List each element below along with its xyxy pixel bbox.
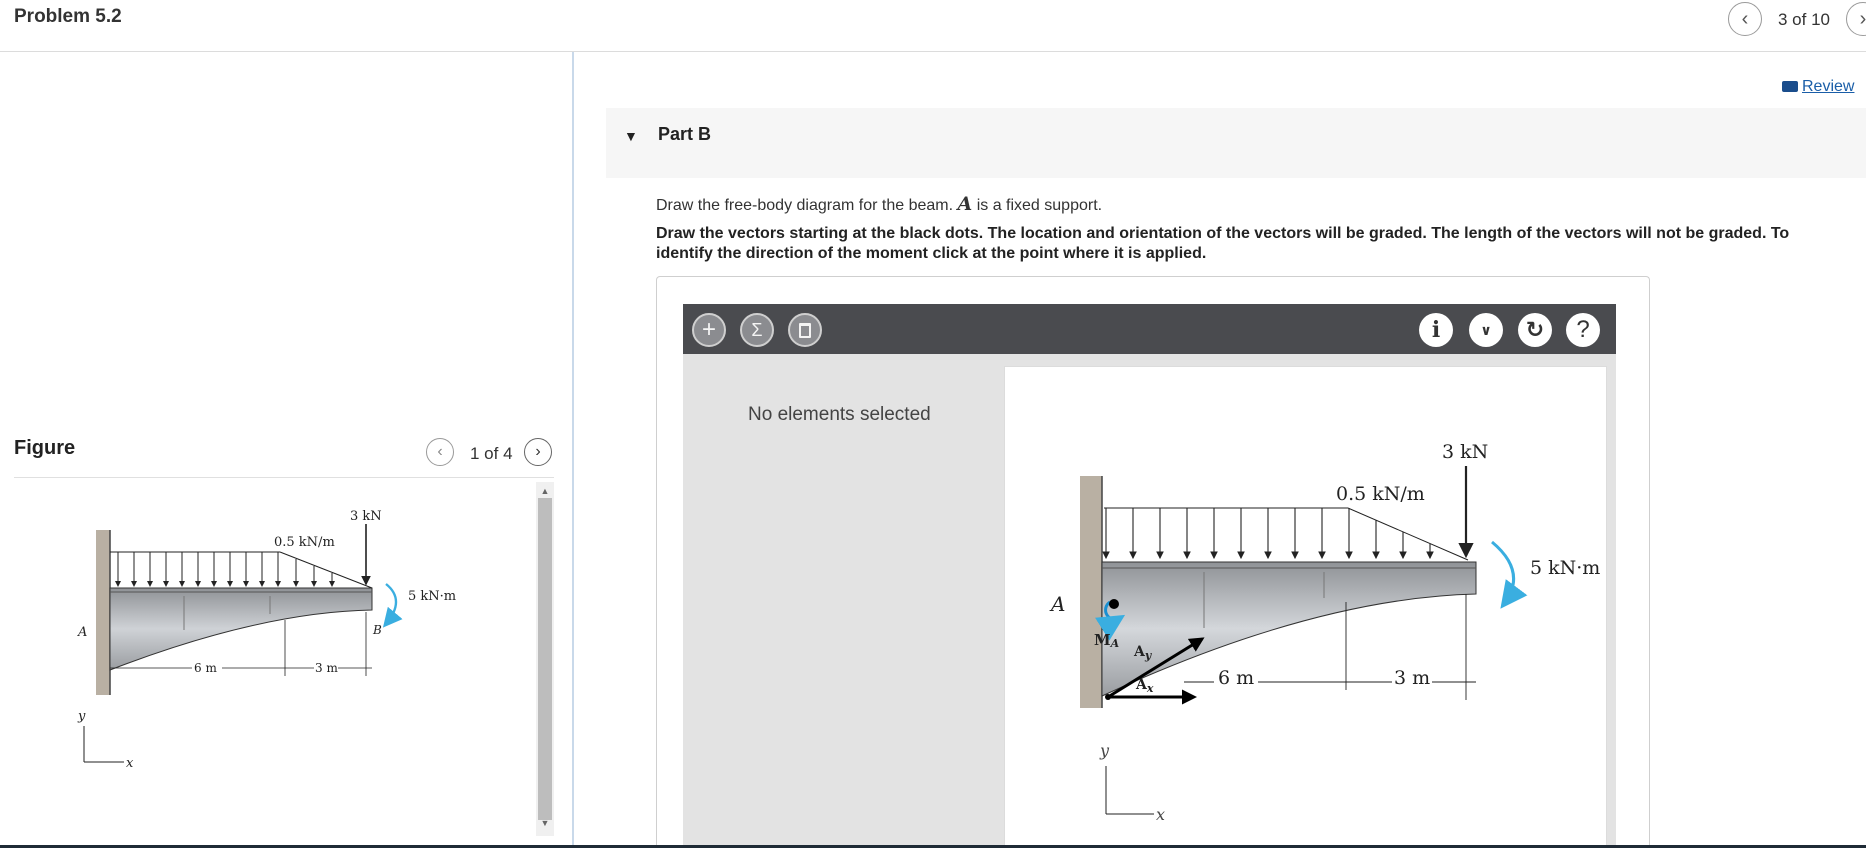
instruction-text: Draw the free-body diagram for the beam.… bbox=[656, 193, 1102, 215]
wall bbox=[96, 530, 110, 695]
chevron-left-icon: ‹ bbox=[1741, 7, 1749, 30]
scroll-down-arrow[interactable]: ▼ bbox=[538, 816, 552, 830]
problem-counter: 3 of 10 bbox=[1778, 10, 1830, 29]
selection-panel bbox=[683, 354, 995, 848]
review-link[interactable]: Review bbox=[1782, 78, 1854, 96]
part-header[interactable] bbox=[606, 108, 1866, 178]
book-icon bbox=[1782, 81, 1798, 93]
dropdown-button[interactable]: ∨ bbox=[1469, 313, 1503, 347]
caret-down-icon[interactable]: ▼ bbox=[624, 128, 638, 144]
chevron-left-icon: ‹ bbox=[437, 443, 443, 460]
reaction-ax-label: Ax bbox=[1135, 677, 1154, 695]
instruction-variable: A bbox=[957, 193, 973, 215]
selection-status: No elements selected bbox=[748, 404, 931, 425]
page: Problem 5.2 ‹ 3 of 10 › Figure ‹ 1 of 4 … bbox=[0, 0, 1866, 848]
review-label: Review bbox=[1802, 78, 1855, 95]
instruction-prefix: Draw the free-body diagram for the beam. bbox=[656, 197, 954, 214]
plus-icon: + bbox=[701, 316, 716, 343]
figure-image: 3 kN 0.5 kN/m 5 kN·m B A 6 m 3 m y x bbox=[77, 509, 456, 771]
part-title: Part B bbox=[658, 124, 712, 144]
axis-y-label: y bbox=[77, 709, 86, 724]
reset-icon: ↻ bbox=[1525, 317, 1545, 342]
point-b-label: B bbox=[372, 623, 382, 637]
distributed-label: 0.5 kN/m bbox=[274, 535, 335, 550]
moment-label: 5 kN·m bbox=[408, 589, 456, 604]
info-button[interactable]: i bbox=[1419, 313, 1453, 347]
instruction-suffix: is a fixed support. bbox=[976, 197, 1103, 214]
canvas-diagram[interactable]: 3 kN 0.5 kN/m 5 kN·m A MA Ay Ax 6 m 3 m … bbox=[1004, 366, 1607, 848]
figure-label: Figure bbox=[14, 437, 76, 459]
canvas-force-label: 3 kN bbox=[1442, 441, 1488, 463]
canvas-point-a-label: A bbox=[1049, 592, 1065, 616]
beam bbox=[109, 587, 373, 671]
canvas-wall bbox=[1080, 476, 1102, 708]
problem-title: Problem 5.2 bbox=[14, 6, 122, 27]
info-icon: i bbox=[1431, 317, 1441, 343]
prev-problem-button[interactable]: ‹ bbox=[1728, 2, 1762, 36]
canvas-axis-x-label: x bbox=[1156, 805, 1165, 824]
moment-arrow bbox=[382, 583, 403, 628]
next-problem-button[interactable]: › bbox=[1846, 2, 1866, 36]
trash-icon bbox=[799, 322, 811, 338]
axis-x-label: x bbox=[126, 756, 134, 771]
prev-figure-button[interactable]: ‹ bbox=[426, 438, 454, 466]
scrollbar-thumb[interactable] bbox=[538, 498, 552, 820]
top-bar: Problem 5.2 ‹ 3 of 10 › bbox=[0, 0, 1866, 52]
sum-button[interactable]: Σ bbox=[740, 313, 774, 347]
pane-divider[interactable] bbox=[572, 52, 574, 848]
scroll-up-arrow[interactable]: ▲ bbox=[538, 484, 552, 498]
figure-divider bbox=[14, 477, 554, 478]
chevron-right-icon: › bbox=[1859, 7, 1866, 30]
figure-counter: 1 of 4 bbox=[470, 444, 513, 463]
reset-button[interactable]: ↻ bbox=[1518, 313, 1552, 347]
chevron-down-icon: ∨ bbox=[1480, 321, 1492, 338]
add-vector-button[interactable]: + bbox=[692, 313, 726, 347]
delete-button[interactable] bbox=[788, 313, 822, 347]
canvas-moment-label: 5 kN·m bbox=[1530, 557, 1600, 579]
dim-left-label: 6 m bbox=[194, 661, 217, 675]
instruction-bold: Draw the vectors starting at the black d… bbox=[656, 225, 1790, 262]
sigma-icon: Σ bbox=[751, 319, 763, 340]
canvas-distributed-label: 0.5 kN/m bbox=[1336, 483, 1425, 505]
canvas-axis-y-label: y bbox=[1099, 741, 1110, 760]
help-icon: ? bbox=[1576, 316, 1590, 343]
canvas-dim-right-label: 3 m bbox=[1394, 667, 1430, 689]
help-button[interactable]: ? bbox=[1566, 313, 1600, 347]
canvas-dim-left-label: 6 m bbox=[1218, 667, 1254, 689]
anchor-dot-a[interactable] bbox=[1109, 599, 1119, 609]
dim-right-label: 3 m bbox=[315, 661, 338, 675]
chevron-right-icon: › bbox=[535, 443, 541, 460]
next-figure-button[interactable]: › bbox=[524, 438, 552, 466]
point-a-label: A bbox=[77, 625, 87, 640]
canvas-moment-arrow bbox=[1491, 540, 1528, 609]
force-label: 3 kN bbox=[350, 509, 382, 524]
